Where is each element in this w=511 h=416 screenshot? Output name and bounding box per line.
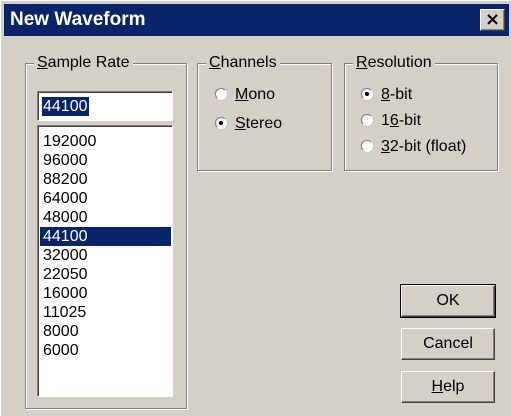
sample-rate-option[interactable]: 96000 (40, 151, 171, 170)
sample-rate-option[interactable]: 192000 (40, 132, 171, 151)
radio-32bit-icon (361, 140, 373, 152)
close-button[interactable]: × (480, 9, 505, 31)
title-bar[interactable]: New Waveform × (4, 4, 509, 36)
sample-rate-option[interactable]: 22050 (40, 265, 171, 284)
sample-rate-option[interactable]: 6000 (40, 341, 171, 360)
cancel-button[interactable]: Cancel (401, 328, 495, 360)
sample-rate-option[interactable]: 8000 (40, 322, 171, 341)
radio-32bit-float[interactable]: 32-bit (float) (361, 137, 466, 157)
close-icon: × (484, 9, 501, 30)
radio-8bit-icon (361, 88, 373, 100)
sample-rate-option[interactable]: 48000 (40, 208, 171, 227)
channels-legend: Channels (206, 53, 280, 73)
new-waveform-dialog: New Waveform × Sample Rate 44100 192000 9… (0, 0, 511, 416)
sample-rate-option[interactable]: 64000 (40, 189, 171, 208)
radio-8bit[interactable]: 8-bit (361, 85, 412, 105)
radio-16bit[interactable]: 16-bit (361, 111, 421, 131)
sample-rate-option[interactable]: 88200 (40, 170, 171, 189)
sample-rate-option[interactable]: 44100 (40, 227, 171, 246)
radio-16bit-icon (361, 114, 373, 126)
help-button[interactable]: Help (401, 371, 495, 403)
radio-mono-icon (215, 88, 227, 100)
sample-rate-input[interactable]: 44100 (37, 91, 173, 121)
sample-rate-input-value: 44100 (42, 97, 89, 116)
resolution-legend: Resolution (353, 53, 435, 73)
radio-stereo-icon (215, 117, 227, 129)
ok-button[interactable]: OK (400, 284, 496, 318)
sample-rate-option[interactable]: 16000 (40, 284, 171, 303)
dialog-title: New Waveform (10, 9, 146, 30)
sample-rate-list[interactable]: 192000 96000 88200 64000 48000 44100 32000 2205… (37, 125, 173, 397)
sample-rate-option[interactable]: 32000 (40, 246, 171, 265)
radio-mono[interactable]: Mono (215, 85, 275, 105)
sample-rate-option[interactable]: 11025 (40, 303, 171, 322)
sample-rate-legend: Sample Rate (34, 53, 133, 73)
radio-stereo[interactable]: Stereo (215, 114, 282, 134)
